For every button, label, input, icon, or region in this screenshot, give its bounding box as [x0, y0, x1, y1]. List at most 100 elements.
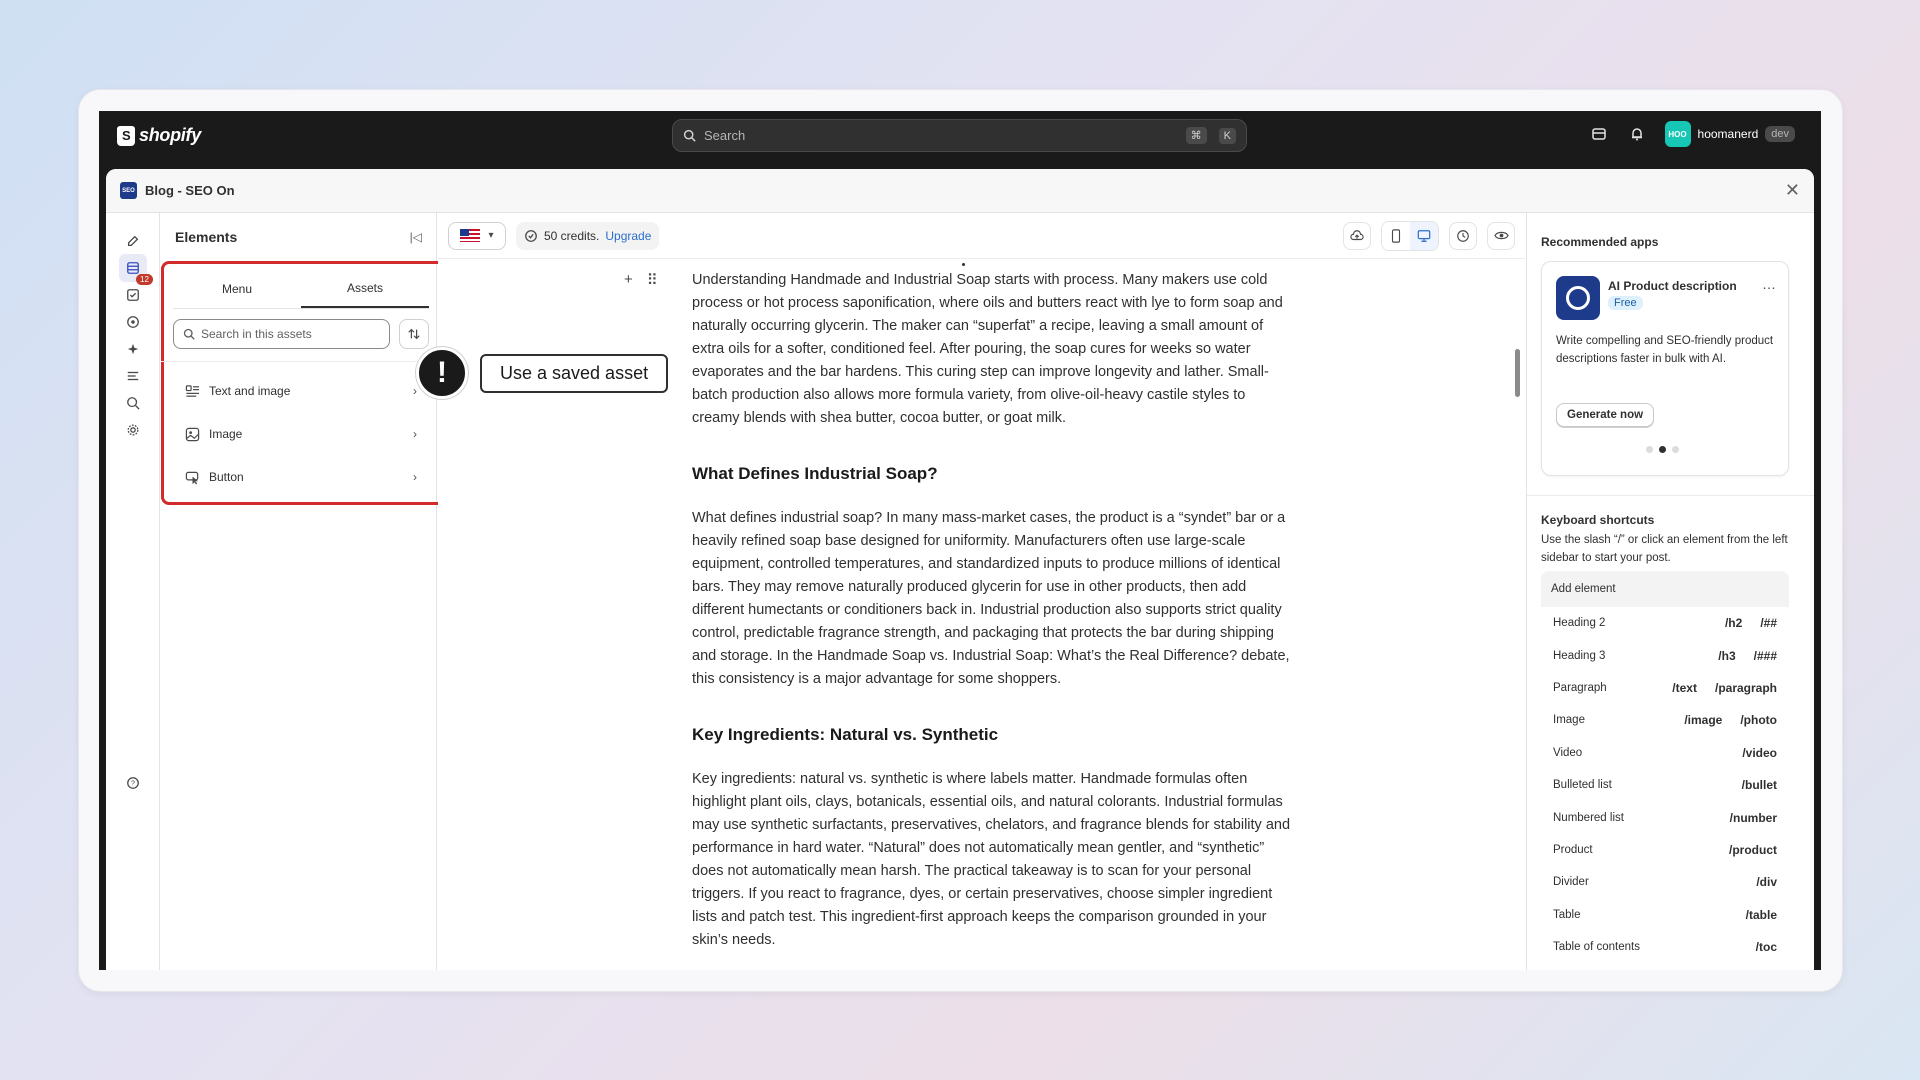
image-icon[interactable]	[119, 308, 147, 336]
user-menu[interactable]: HOO hoomanerd dev	[1664, 121, 1795, 147]
panel-title: Elements	[175, 229, 238, 245]
outline-icon[interactable]	[119, 362, 147, 390]
shopify-logo[interactable]: shopify	[117, 125, 201, 146]
device-toggle	[1381, 220, 1439, 251]
more-options-icon[interactable]: …	[1762, 276, 1776, 292]
shortcut-label: Bulleted list	[1553, 779, 1612, 792]
shortcut-row: Image /image/photo	[1541, 704, 1789, 736]
panel-tabs: Menu Assets	[173, 269, 429, 309]
shortcut-label: Table of contents	[1553, 941, 1640, 954]
shortcut-key: /toc	[1755, 940, 1777, 955]
toolbar-actions	[1343, 220, 1515, 251]
shortcut-key: /paragraph	[1714, 680, 1777, 695]
right-sidebar: Recommended apps AI Product description …	[1526, 213, 1814, 970]
shortcut-row: Paragraph /text/paragraph	[1541, 672, 1789, 704]
shortcut-key: /table	[1745, 907, 1777, 922]
paragraph[interactable]: Understanding Handmade and Industrial So…	[692, 269, 1292, 430]
panel-header: Elements |◁	[161, 213, 436, 261]
app-name[interactable]: AI Product description	[1608, 279, 1737, 293]
shortcut-row: Bulleted list /bullet	[1541, 769, 1789, 801]
settings-icon[interactable]	[119, 416, 147, 444]
tab-assets[interactable]: Assets	[301, 269, 429, 308]
ai-app-icon	[1556, 276, 1600, 320]
shortcut-key: /bullet	[1741, 778, 1777, 793]
carousel-dot[interactable]	[1672, 446, 1679, 453]
sort-button[interactable]	[399, 319, 429, 349]
shortcuts-description: Use the slash “/” or click an element fr…	[1541, 534, 1788, 564]
admin-topbar: shopify Search ⌘ K HOO hoomanerd dev	[99, 111, 1821, 161]
chevron-down-icon: ▾	[488, 230, 494, 241]
credits-indicator: 50 credits. Upgrade	[516, 221, 660, 250]
close-icon[interactable]: ✕	[1785, 180, 1800, 201]
mobile-icon[interactable]	[1382, 221, 1410, 250]
exclamation-icon: !	[416, 347, 468, 399]
shortcut-keys: /bullet	[1742, 778, 1777, 792]
shortcut-key: /h2	[1724, 616, 1743, 631]
shortcut-key: /div	[1756, 875, 1777, 890]
shortcut-label: Heading 3	[1553, 649, 1606, 662]
assets-search-input[interactable]	[201, 327, 371, 341]
scrollbar[interactable]	[1515, 349, 1520, 397]
asset-button[interactable]: Button ›	[173, 459, 429, 495]
tab-menu[interactable]: Menu	[173, 269, 301, 308]
editor-area: ▾ 50 credits. Upgrade + ⠿ ! Use a saved …	[416, 213, 1525, 970]
notification-badge: 12	[136, 274, 153, 285]
bell-icon[interactable]	[1627, 124, 1647, 144]
asset-image[interactable]: Image ›	[173, 416, 429, 452]
shortcut-keys: /div	[1756, 875, 1777, 889]
generate-now-button[interactable]: Generate now	[1556, 403, 1655, 427]
checklist-icon[interactable]: 12	[119, 274, 153, 309]
shortcut-key: /image	[1684, 713, 1723, 728]
shortcut-row: Video /video	[1541, 737, 1789, 769]
shortcuts-list: Add element Heading 2 /h2 /## Heading 3 /…	[1541, 571, 1789, 963]
cloud-upload-icon[interactable]	[1343, 221, 1371, 250]
store-icon[interactable]	[1589, 124, 1609, 144]
drag-handle-icon[interactable]: ⠿	[647, 271, 658, 289]
history-icon[interactable]	[1449, 221, 1477, 250]
shortcut-keys: /toc	[1756, 940, 1777, 954]
shortcut-key: /text	[1672, 680, 1697, 695]
divider	[161, 361, 437, 362]
shortcut-key: /product	[1729, 842, 1777, 857]
upgrade-link[interactable]: Upgrade	[605, 229, 651, 243]
help-icon[interactable]: ?	[119, 769, 147, 797]
add-block-icon[interactable]: +	[624, 271, 633, 289]
preview-eye-icon[interactable]	[1487, 221, 1515, 250]
topbar-actions: HOO hoomanerd dev	[1589, 121, 1795, 147]
seo-search-icon[interactable]	[119, 389, 147, 417]
language-select[interactable]: ▾	[448, 221, 506, 250]
asset-text-and-image[interactable]: Text and image ›	[173, 373, 429, 409]
shortcut-row: Table of contents /toc	[1541, 931, 1789, 963]
sort-arrows-icon	[408, 328, 420, 340]
paragraph[interactable]: What defines industrial soap? In many ma…	[692, 507, 1292, 691]
drag-dot	[962, 263, 965, 266]
credits-text: 50 credits.	[544, 228, 600, 243]
search-icon	[183, 328, 195, 340]
avatar: HOO	[1664, 121, 1691, 147]
article-content[interactable]: Understanding Handmade and Industrial So…	[692, 269, 1292, 970]
collapse-panel-icon[interactable]: |◁	[410, 230, 422, 244]
shortcut-key: /video	[1742, 745, 1777, 760]
desktop-icon[interactable]	[1410, 221, 1438, 250]
heading[interactable]: What Defines Industrial Soap?	[692, 462, 1292, 485]
shopify-bag-icon	[117, 125, 135, 146]
shortcut-row: Table /table	[1541, 899, 1789, 931]
carousel-dot-active[interactable]	[1659, 446, 1666, 453]
seo-app-icon: SEO	[120, 182, 137, 199]
app-header: SEO Blog - SEO On ✕	[106, 169, 1814, 213]
paragraph[interactable]: Key ingredients: natural vs. synthetic i…	[692, 768, 1292, 952]
app-title: Blog - SEO On	[145, 183, 235, 198]
chevron-right-icon: ›	[413, 427, 417, 441]
heading[interactable]: Key Ingredients: Natural vs. Synthetic	[692, 723, 1292, 746]
global-search[interactable]: Search ⌘ K	[672, 119, 1247, 152]
shortcut-label: Table	[1553, 908, 1581, 921]
shortcut-row: Heading 3 /h3 /###	[1541, 639, 1789, 671]
sparkle-icon[interactable]	[119, 335, 147, 363]
edit-icon[interactable]	[119, 227, 147, 255]
us-flag-icon	[460, 229, 481, 242]
shortcut-label: Video	[1553, 746, 1583, 759]
shortcut-keys: /h3 /###	[1718, 649, 1777, 663]
carousel-dot[interactable]	[1646, 446, 1653, 453]
shortcut-keys: /text/paragraph	[1672, 681, 1777, 695]
shortcut-key: /number	[1729, 810, 1777, 825]
